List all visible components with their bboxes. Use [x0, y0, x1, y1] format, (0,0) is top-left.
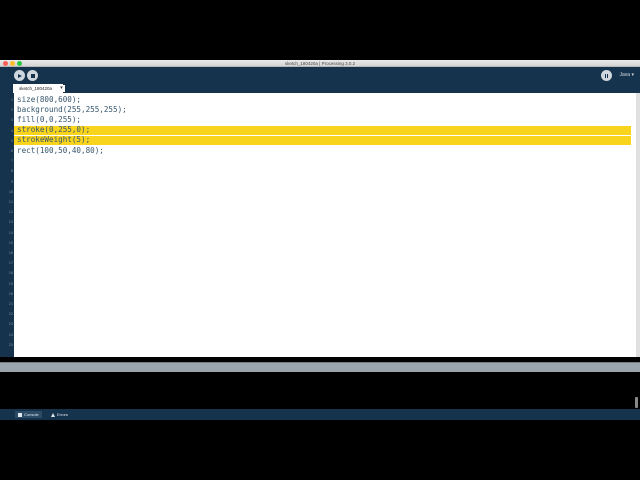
line-number: 10	[8, 189, 13, 194]
console-icon	[18, 412, 22, 417]
line-number: 17	[8, 261, 13, 266]
line-number: 2	[10, 108, 13, 113]
console-tab-label: Console	[24, 412, 39, 417]
tab-sketch[interactable]: sketch_180420a	[13, 84, 63, 93]
line-number: 3	[10, 118, 13, 123]
code-line[interactable]: strokeWeight(5);	[17, 135, 90, 144]
line-number: 25	[8, 342, 13, 347]
play-icon	[18, 73, 22, 78]
code-line[interactable]: size(800,600);	[17, 95, 81, 104]
line-number: 23	[8, 322, 13, 327]
tab-menu-button[interactable]: ▾	[58, 85, 65, 92]
tab-bar: sketch_180420a ▾	[0, 84, 640, 93]
line-number: 21	[8, 302, 13, 306]
debugger-button[interactable]	[601, 70, 612, 81]
warning-icon	[51, 412, 55, 417]
code-editor[interactable]: size(800,600); background(255,255,255); …	[14, 93, 636, 357]
line-number: 7	[10, 159, 13, 164]
errors-tab[interactable]: Errors	[48, 411, 71, 418]
line-number: 22	[8, 312, 13, 317]
line-number: 12	[8, 210, 13, 215]
code-line[interactable]: background(255,255,255);	[17, 105, 127, 114]
code-line[interactable]: fill(0,0,255);	[17, 115, 81, 124]
mode-selector[interactable]: Java ▾	[620, 72, 634, 78]
console-divider[interactable]	[0, 362, 640, 372]
line-number: 19	[8, 281, 13, 286]
code-line[interactable]: stroke(0,255,0);	[17, 125, 90, 134]
line-number: 1	[10, 98, 13, 102]
toolbar: Java ▾	[0, 67, 640, 84]
line-number: 24	[8, 332, 13, 337]
console-tab[interactable]: Console	[15, 411, 42, 418]
window-titlebar: sketch_180420a | Processing 3.0.2	[0, 60, 640, 67]
line-number: 20	[8, 291, 13, 296]
line-number: 8	[10, 169, 13, 174]
line-number: 4	[10, 128, 13, 133]
line-number-gutter: 1 2 3 4 5 6 7 8 9 10 11 12 13 14 15 16 17 18 19 20 21 22 23 24 2…	[0, 93, 14, 357]
stop-button[interactable]	[27, 70, 38, 81]
line-number: 9	[10, 179, 13, 184]
line-number: 6	[10, 149, 13, 153]
line-number: 13	[8, 220, 13, 225]
console-scrollbar[interactable]	[635, 397, 638, 408]
errors-tab-label: Errors	[57, 412, 68, 417]
line-number: 18	[8, 271, 13, 276]
line-highlight	[14, 126, 631, 135]
debugger-icon	[605, 73, 608, 78]
editor-scrollbar[interactable]	[636, 93, 640, 357]
line-number: 11	[8, 200, 13, 204]
console-area	[0, 372, 640, 409]
line-highlight	[14, 136, 631, 145]
window-title: sketch_180420a | Processing 3.0.2	[284, 61, 356, 66]
line-number: 5	[10, 138, 13, 143]
run-button[interactable]	[14, 70, 25, 81]
code-line[interactable]: rect(100,50,40,80);	[17, 146, 104, 155]
line-number: 16	[8, 251, 13, 255]
line-number: 14	[8, 230, 13, 235]
line-number: 15	[8, 240, 13, 245]
footer-bar: Console Errors	[0, 409, 640, 420]
stop-icon	[30, 73, 35, 78]
